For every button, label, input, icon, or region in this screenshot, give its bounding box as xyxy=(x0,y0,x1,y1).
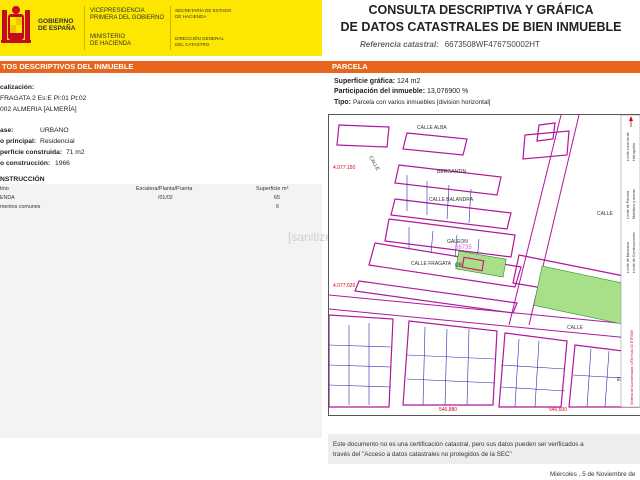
row-spp: /01/02 xyxy=(158,195,173,201)
col-destino: tino xyxy=(0,186,9,192)
map-label-calle-b: CALLE xyxy=(567,325,584,331)
col-escalera: Escalera/Planta/Puerta xyxy=(136,186,193,192)
graphic-area-label: Superficie gráfica: xyxy=(334,78,396,85)
map-label-calle-c: CALLE xyxy=(597,211,614,217)
main-use-label: o principal: xyxy=(0,138,37,145)
address-line1: FRAGATA 2 Es:E Pl:01 Pt:02 xyxy=(0,95,87,102)
legend-footer: Sistema de Coordenadas: UTM Huso 30 ETRS… xyxy=(630,330,634,405)
secretariat-name: SECRETARÍA DE ESTADO DE HACIENDA xyxy=(175,8,231,20)
ministry-b1: MINISTERIO xyxy=(90,34,126,40)
legend-item: Límite de Parcela xyxy=(626,191,630,219)
sec-b2: DEL CATASTRO xyxy=(175,42,210,47)
legend-item: Mobiliario y aceras xyxy=(632,189,636,219)
map-legend: Límite de Manzana Límite de Parcela Lími… xyxy=(620,115,640,408)
participation: Participación del inmueble: 13,076900 % xyxy=(334,88,468,95)
main-use-value: Residencial xyxy=(40,138,75,145)
row-sup: 6 xyxy=(276,204,279,210)
parcel-header: PARCELA xyxy=(322,61,640,73)
ministry-a2: PRIMERA DEL GOBIERNO xyxy=(90,15,165,21)
row-sup: 65 xyxy=(274,195,280,201)
map-drawing: CALLE ALBA CALLE BERGANTIN CALLE BALANDR… xyxy=(329,115,640,413)
graphic-area-value: 124 m2 xyxy=(397,78,421,85)
map-label-calle-alba: CALLE ALBA xyxy=(417,125,447,131)
gov-line-2: DE ESPAÑA xyxy=(38,25,76,32)
coord-y2: 4.077.020 xyxy=(333,283,355,289)
disclaimer-line2: través del "Acceso a datos catastrales n… xyxy=(333,451,512,458)
directorate-name: DIRECCIÓN GENERAL DEL CATASTRO xyxy=(175,36,224,48)
ministry-b2: DE HACIENDA xyxy=(90,41,132,47)
type-value: Parcela con varios inmuebles [division h… xyxy=(352,99,491,106)
table-row: mentos comunes 6 xyxy=(0,204,322,212)
col-superficie: Superficie m² xyxy=(256,186,289,192)
map-label-calle-a: CALLE xyxy=(367,155,380,172)
coat-of-arms-icon xyxy=(1,6,31,43)
cadastral-map[interactable]: CALLE ALBA CALLE BERGANTIN CALLE BALANDR… xyxy=(328,114,640,416)
legend-item: Límite zona verde xyxy=(626,132,630,161)
participation-value: 13,076900 % xyxy=(426,88,469,95)
legend-item: Límite de Construcciones xyxy=(632,232,636,273)
divider xyxy=(170,6,171,50)
table-row: ENDA /01/02 65 xyxy=(0,195,322,203)
construction-year-value: 1966 xyxy=(55,160,70,167)
disclaimer-line1: Este documento no es una certificación c… xyxy=(333,441,584,448)
built-area-value: 71 m2 xyxy=(66,149,85,156)
ref-value: 6673508WF4767S0002HT xyxy=(444,40,540,49)
coord-x1: 546,880 xyxy=(439,407,457,413)
ministry-a1: VICEPRESIDENCIA xyxy=(90,8,145,14)
map-label-bergantin: BERGANTIN xyxy=(437,169,467,175)
coord-y1: 4.077.150 xyxy=(333,165,355,171)
map-label-calle-balandra: CALLE BALANDRA xyxy=(429,197,474,203)
row-dest: mentos comunes xyxy=(0,204,41,210)
sec-a2: DE HACIENDA xyxy=(175,14,207,19)
class-label: ase: xyxy=(0,127,14,134)
construction-year-label: o construcción: xyxy=(0,160,51,167)
coord-x2: 546,600 xyxy=(549,407,567,413)
built-area-label: perficie construida: xyxy=(0,149,63,156)
legend-item: Límite de Manzana xyxy=(626,242,630,273)
document-title-line2: DE DATOS CATASTRALES DE BIEN INMUEBLE xyxy=(340,20,622,34)
construction-table xyxy=(0,184,322,438)
construction-section-title: NSTRUCCIÓN xyxy=(0,176,45,183)
type-label: Tipo: xyxy=(334,99,351,106)
disclaimer-text: Este documento no es una certificación c… xyxy=(333,440,638,460)
location-label: calización: xyxy=(0,84,35,91)
document-title-line1: CONSULTA DESCRIPTIVA Y GRÁFICA xyxy=(368,3,594,17)
map-label-parcel-ref: 66735 xyxy=(455,245,472,251)
map-label-calle-fragata: CALLE FRAGATA xyxy=(411,261,452,267)
participation-label: Participación del inmueble: xyxy=(334,88,426,95)
graphic-area: Superficie gráfica: 124 m2 xyxy=(334,78,420,85)
divider xyxy=(84,6,85,50)
ref-label: Referencia catastral: xyxy=(360,40,439,49)
legend-item: Hidrografía xyxy=(632,143,636,161)
gov-line-1: GOBIERNO xyxy=(38,18,74,25)
address-line2: 002 ALMERIA [ALMERÍA] xyxy=(0,106,77,113)
class-value: URBANO xyxy=(40,127,69,134)
descriptive-data-header: TOS DESCRIPTIVOS DEL INMUEBLE xyxy=(0,61,324,73)
map-label-parcel-num: 08 xyxy=(455,263,462,269)
row-dest: ENDA xyxy=(0,195,15,201)
ministry-name: MINISTERIO DE HACIENDA xyxy=(90,34,131,48)
document-date: Miércoles , 5 de Noviembre de xyxy=(550,471,636,478)
table-header: tino Escalera/Planta/Puerta Superficie m… xyxy=(0,186,322,195)
government-name: GOBIERNO DE ESPAÑA xyxy=(38,18,75,32)
cadastral-reference: Referencia catastral: 6673508WF4767S0002H… xyxy=(360,40,540,49)
parcel-type: Tipo: Parcela con varios inmuebles [divi… xyxy=(334,99,491,106)
vicepresidency-name: VICEPRESIDENCIA PRIMERA DEL GOBIERNO xyxy=(90,8,164,22)
